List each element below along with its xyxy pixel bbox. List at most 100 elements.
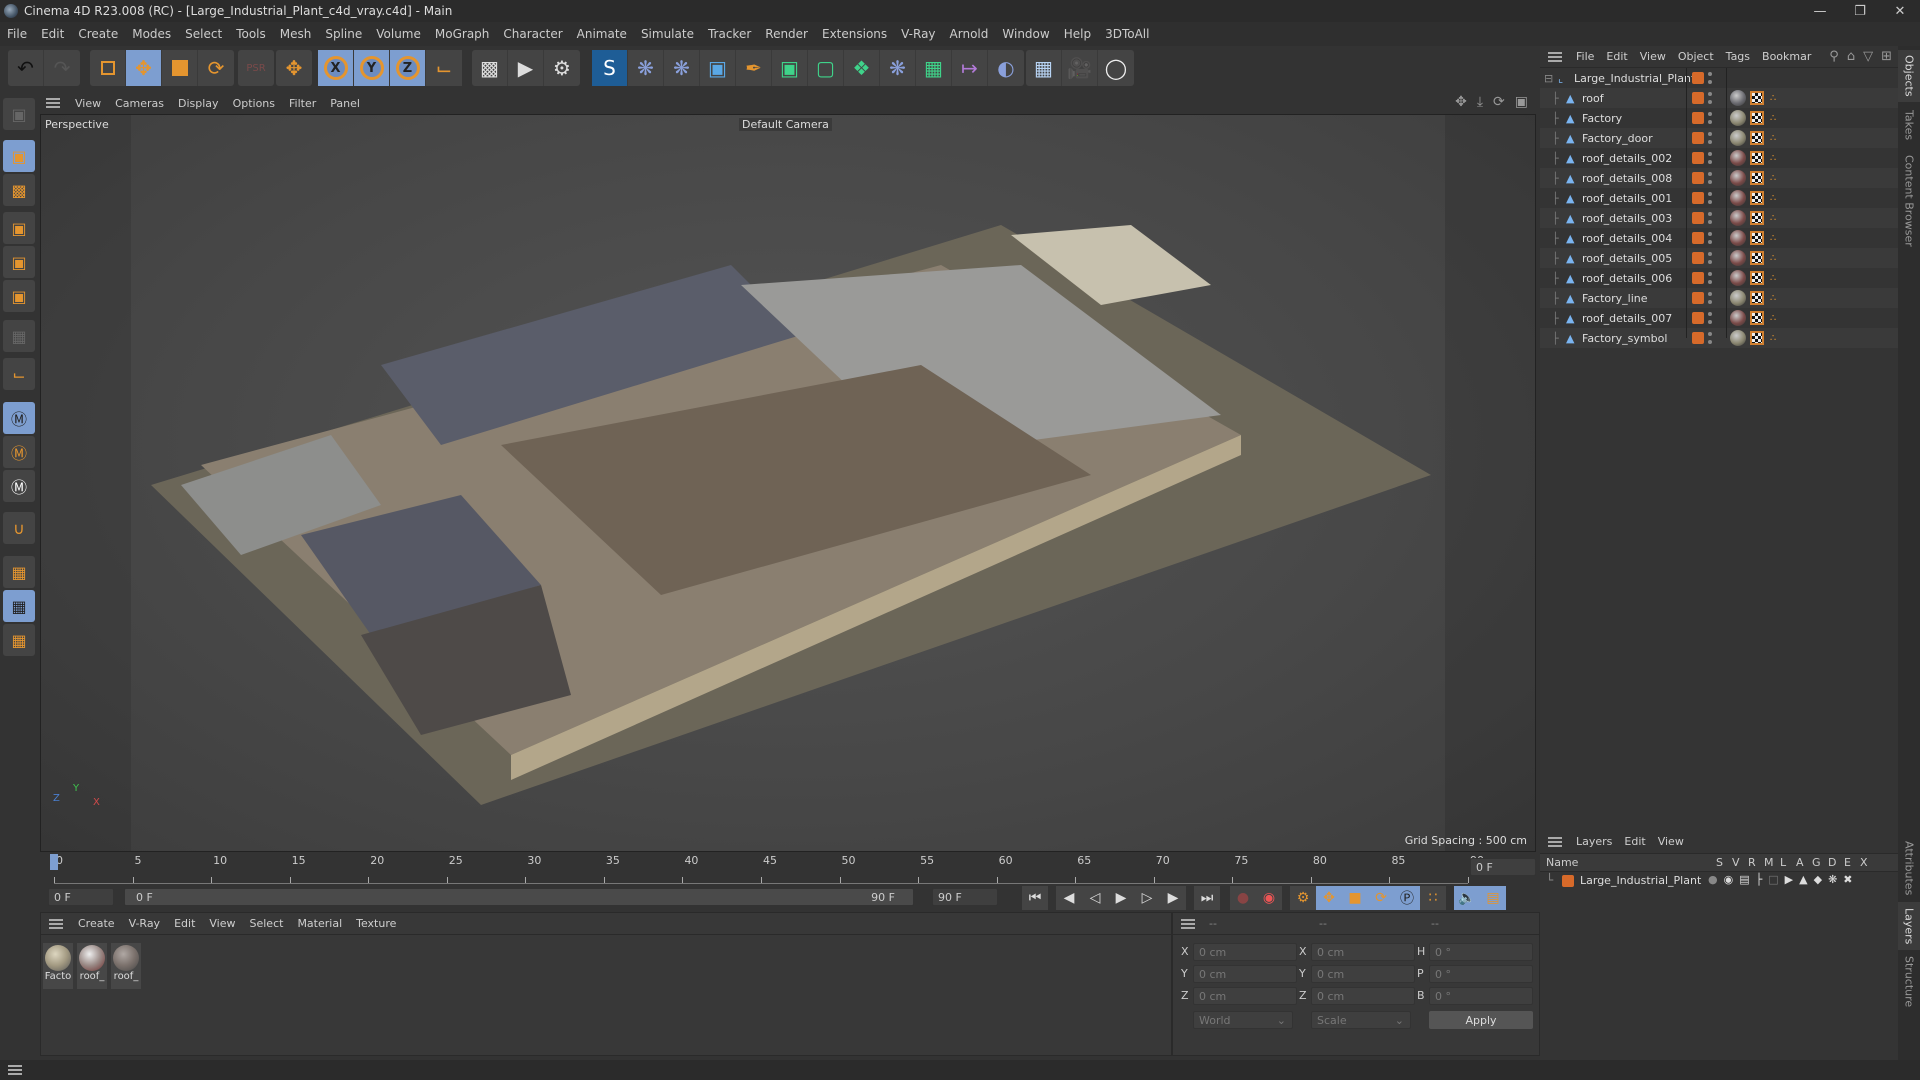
visibility-dots[interactable] xyxy=(1708,308,1712,328)
material-tag-icon[interactable] xyxy=(1730,168,1746,188)
material-tag-icon[interactable] xyxy=(1730,208,1746,228)
menu-simulate[interactable]: Simulate xyxy=(634,27,701,41)
object-row[interactable]: ├ ▲ Factory_door ∴ xyxy=(1540,128,1898,148)
object-row[interactable]: ├ ▲ roof_details_007 ∴ xyxy=(1540,308,1898,328)
viewport-menu-filter[interactable]: Filter xyxy=(282,97,323,110)
subdivision-icon[interactable]: ▣ xyxy=(772,50,808,86)
layer-color-swatch[interactable] xyxy=(1692,228,1704,248)
size-x-field[interactable]: 0 cm xyxy=(1311,943,1415,961)
layer-color-swatch[interactable] xyxy=(1692,248,1704,268)
rot-b-field[interactable]: 0 ° xyxy=(1429,987,1533,1005)
timeline-icon[interactable]: ▤ xyxy=(1480,886,1506,910)
selection-tag-icon[interactable]: ∴ xyxy=(1770,288,1776,308)
layer-color-swatch[interactable] xyxy=(1692,148,1704,168)
playhead[interactable] xyxy=(50,854,58,870)
menu-tools[interactable]: Tools xyxy=(229,27,273,41)
texture-mode-icon[interactable]: ▩ xyxy=(3,174,35,206)
menu-animate[interactable]: Animate xyxy=(570,27,634,41)
object-menu-bookmarks[interactable]: Bookmar xyxy=(1756,50,1817,63)
selection-tag-icon[interactable]: ∴ xyxy=(1770,328,1776,348)
make-editable-icon[interactable]: ▣ xyxy=(3,98,35,130)
menu-spline[interactable]: Spline xyxy=(318,27,369,41)
menu-character[interactable]: Character xyxy=(496,27,569,41)
visibility-dots[interactable] xyxy=(1708,68,1712,88)
material-menu-create[interactable]: Create xyxy=(71,917,122,930)
axis-icon[interactable]: ⌙ xyxy=(3,358,35,390)
layer-column-header[interactable]: S xyxy=(1716,856,1723,869)
menu-tracker[interactable]: Tracker xyxy=(701,27,758,41)
visibility-dots[interactable] xyxy=(1708,268,1712,288)
material-menu-material[interactable]: Material xyxy=(290,917,349,930)
selection-tag-icon[interactable]: ∴ xyxy=(1770,128,1776,148)
locked-workplane-icon[interactable]: ▦ xyxy=(3,590,35,622)
tab-content-browser[interactable]: Content Browser xyxy=(1898,146,1920,256)
deformers-icon[interactable]: ◆ xyxy=(1814,873,1822,886)
object-menu-object[interactable]: Object xyxy=(1672,50,1720,63)
uvw-tag-icon[interactable] xyxy=(1750,288,1764,308)
prev-key-icon[interactable]: ◀ xyxy=(1056,886,1082,910)
status-menu-icon[interactable] xyxy=(8,1065,22,1075)
record-icon[interactable]: ● xyxy=(1230,886,1256,910)
uvw-tag-icon[interactable] xyxy=(1750,88,1764,108)
menu-vray[interactable]: V-Ray xyxy=(894,27,942,41)
workplane-icon[interactable]: ▦ xyxy=(3,556,35,588)
current-frame-field[interactable]: 0 F xyxy=(1470,858,1536,876)
live-selection-icon[interactable] xyxy=(90,50,126,86)
go-to-end-icon[interactable]: ⏭ xyxy=(1194,886,1220,910)
close-icon[interactable]: ✕ xyxy=(1880,0,1920,22)
object-row[interactable]: ├ ▲ roof_details_006 ∴ xyxy=(1540,268,1898,288)
layer-color-swatch[interactable] xyxy=(1692,108,1704,128)
selection-tag-icon[interactable]: ∴ xyxy=(1770,248,1776,268)
tab-layers[interactable]: Layers xyxy=(1898,902,1920,950)
visibility-dots[interactable] xyxy=(1708,188,1712,208)
sound-icon[interactable]: 🔈 xyxy=(1454,886,1480,910)
python-icon[interactable]: ❋ xyxy=(880,50,916,86)
uv-mode-icon[interactable]: ▦ xyxy=(3,320,35,352)
rot-h-field[interactable]: 0 ° xyxy=(1429,943,1533,961)
layer-color-swatch[interactable] xyxy=(1692,68,1704,88)
edges-mode-icon[interactable]: ▣ xyxy=(3,246,35,278)
key-rotation-icon[interactable]: ⟳ xyxy=(1368,886,1394,910)
solo-icon[interactable]: ● xyxy=(1708,873,1718,886)
end-frame-field[interactable]: 90 F xyxy=(932,888,998,906)
viewport-menu-display[interactable]: Display xyxy=(171,97,226,110)
tab-objects[interactable]: Objects xyxy=(1898,50,1920,102)
tab-attributes[interactable]: Attributes xyxy=(1898,836,1920,900)
layer-color-swatch[interactable] xyxy=(1692,88,1704,108)
move-icon[interactable]: ✥ xyxy=(126,50,162,86)
python-icon[interactable]: ❋ xyxy=(664,50,700,86)
object-row[interactable]: ├ ▲ roof_details_002 ∴ xyxy=(1540,148,1898,168)
key-param-icon[interactable]: Ⓟ xyxy=(1394,886,1420,910)
filter-icon[interactable]: ▽ xyxy=(1863,49,1873,64)
prev-frame-icon[interactable]: ◁ xyxy=(1082,886,1108,910)
object-row-root[interactable]: ⊟ ⌞ Large_Industrial_Plant xyxy=(1540,68,1898,88)
uvw-tag-icon[interactable] xyxy=(1750,108,1764,128)
visibility-dots[interactable] xyxy=(1708,128,1712,148)
material-tag-icon[interactable] xyxy=(1730,328,1746,348)
material-menu-view[interactable]: View xyxy=(202,917,242,930)
play-icon[interactable]: ▶ xyxy=(1108,886,1134,910)
pen-icon[interactable]: ✒ xyxy=(736,50,772,86)
material-swatch[interactable]: roof_ xyxy=(77,943,107,989)
render-picture-viewer-icon[interactable]: ▶ xyxy=(508,50,544,86)
transform-icon[interactable]: ✥ xyxy=(276,50,312,86)
expressions-icon[interactable]: ❋ xyxy=(1828,873,1837,886)
viewport-menu-cameras[interactable]: Cameras xyxy=(108,97,171,110)
layer-menu-view[interactable]: View xyxy=(1652,835,1690,848)
key-scale-icon[interactable]: ■ xyxy=(1342,886,1368,910)
view-icon[interactable]: ◉ xyxy=(1724,873,1734,886)
maximize-icon[interactable]: ▣ xyxy=(1515,94,1528,110)
viewport-menu-panel[interactable]: Panel xyxy=(323,97,367,110)
restore-icon[interactable]: ❐ xyxy=(1840,0,1880,22)
material-menu-edit[interactable]: Edit xyxy=(167,917,202,930)
layer-menu-edit[interactable]: Edit xyxy=(1618,835,1651,848)
layer-menu-icon[interactable] xyxy=(1548,836,1562,847)
x-axis-icon[interactable]: X xyxy=(318,50,354,86)
material-swatch[interactable]: roof_ xyxy=(111,943,141,989)
coord-mode-select[interactable]: World ⌄ xyxy=(1193,1011,1293,1029)
uvw-tag-icon[interactable] xyxy=(1750,228,1764,248)
selection-tag-icon[interactable]: ∴ xyxy=(1770,148,1776,168)
layer-color-swatch[interactable] xyxy=(1562,875,1574,887)
selection-tag-icon[interactable]: ∴ xyxy=(1770,88,1776,108)
key-position-icon[interactable]: ✥ xyxy=(1316,886,1342,910)
